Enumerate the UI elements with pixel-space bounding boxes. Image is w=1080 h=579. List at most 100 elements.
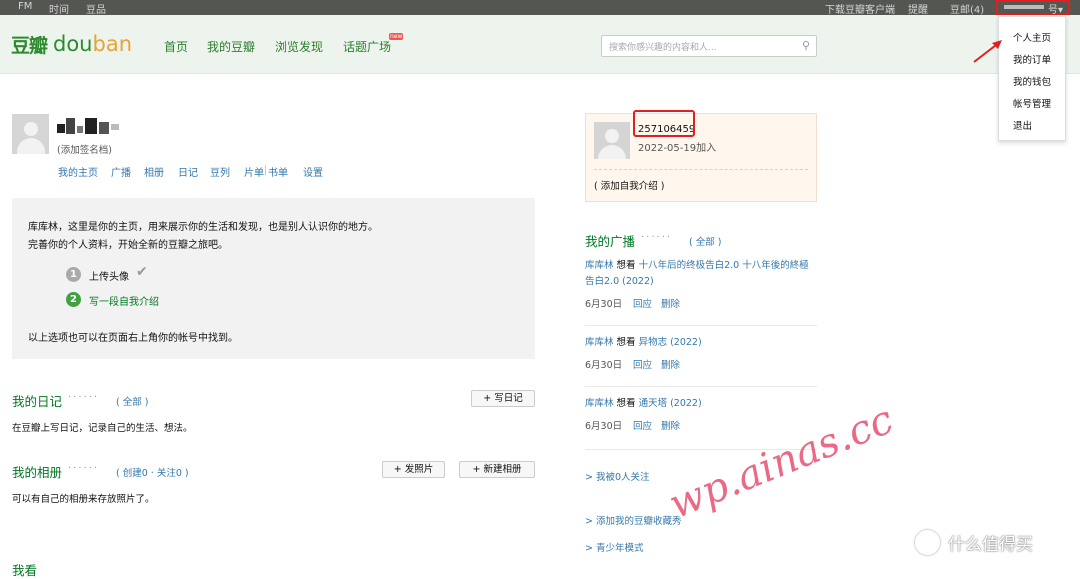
new-album-label: 新建相册 <box>483 464 522 475</box>
write-diary-button[interactable]: + 写日记 <box>471 390 535 407</box>
topbar-link-fm[interactable]: FM <box>18 1 32 12</box>
upload-photo-button[interactable]: + 发照片 <box>382 461 445 478</box>
nav-my-douban[interactable]: 我的豆瓣 <box>207 38 255 55</box>
step2-link[interactable]: 写一段自我介绍 <box>89 293 159 308</box>
broadcast-item: 库库林 想看 异物志 (2022) 6月30日 回应 删除 <box>585 335 817 371</box>
collection-show-link[interactable]: > 添加我的豆瓣收藏秀 <box>585 513 681 527</box>
diary-dots: ······ <box>68 392 100 403</box>
check-icon: ✔ <box>136 264 148 280</box>
account-dropdown: 个人主页 我的订单 我的钱包 帐号管理 退出 <box>998 16 1066 141</box>
nav-home[interactable]: 首页 <box>164 38 188 55</box>
plus-icon: + <box>472 464 484 475</box>
profile-link-settings[interactable]: 设置 <box>303 164 323 179</box>
followers-link[interactable]: > 我被0人关注 <box>585 469 650 483</box>
join-date: 2022-05-19加入 <box>638 143 717 154</box>
profile-link-album[interactable]: 相册 <box>144 164 164 179</box>
album-title: 我的相册 <box>12 465 63 480</box>
profile-link-broadcast[interactable]: 广播 <box>111 164 131 179</box>
step1-label: 上传头像 <box>89 272 129 283</box>
diary-all-link[interactable]: ( 全部 ) <box>116 394 148 408</box>
new-album-button[interactable]: + 新建相册 <box>459 461 535 478</box>
nav-explore[interactable]: 浏览发现 <box>275 38 323 55</box>
divider <box>594 169 808 170</box>
divider <box>585 386 817 387</box>
account-highlight-box <box>996 0 1070 16</box>
annotation-arrow-icon <box>973 40 1002 63</box>
album-dots: ······ <box>68 463 100 474</box>
plus-icon: + <box>483 393 495 404</box>
info-avatar[interactable] <box>594 122 630 159</box>
bc-title[interactable]: 通天塔 (2022) <box>639 398 702 409</box>
bc-reply[interactable]: 回应 <box>633 357 652 371</box>
intro-line1: 库库林，这里是你的主页，用来展示你的生活和发现，也是别人认识你的地方。 <box>28 222 378 233</box>
step1-circle: 1 <box>66 267 81 282</box>
broadcast-item: 库库林 想看 通天塔 (2022) 6月30日 回应 删除 <box>585 396 817 432</box>
write-diary-label: 写日记 <box>494 393 523 404</box>
topbar-link-time[interactable]: 时间 <box>49 1 69 16</box>
logo-en-part2: ban <box>92 32 133 56</box>
topbar-reminders[interactable]: 提醒 <box>908 1 928 16</box>
bc-reply[interactable]: 回应 <box>633 418 652 432</box>
topbar-download-client[interactable]: 下载豆瓣客户端 <box>825 1 895 16</box>
menu-item-account-settings[interactable]: 帐号管理 <box>1013 96 1051 110</box>
add-intro-link[interactable]: ( 添加自我介绍 ) <box>594 178 664 192</box>
broadcast-all-link[interactable]: ( 全部 ) <box>689 234 721 248</box>
menu-item-profile[interactable]: 个人主页 <box>1013 30 1051 44</box>
intro-line2: 完善你的个人资料，开始全新的豆瓣之旅吧。 <box>28 240 228 251</box>
profile-link-movie-list[interactable]: 片单 <box>244 164 264 179</box>
nav-topics[interactable]: 话题广场 <box>343 38 391 55</box>
search-icon[interactable]: ⚲ <box>802 39 810 52</box>
upload-photo-label: 发照片 <box>404 464 434 475</box>
watermark-text: wp.ainas.cc <box>662 396 900 528</box>
intro-footer: 以上选项也可以在页面右上角你的帐号中找到。 <box>28 333 238 344</box>
diary-title: 我的日记 <box>12 394 63 409</box>
profile-link-book-list[interactable]: 书单 <box>268 164 288 179</box>
bc-date: 6月30日 <box>585 299 623 310</box>
avatar[interactable] <box>12 114 49 154</box>
bc-reply[interactable]: 回应 <box>633 296 652 310</box>
profile-link-diary[interactable]: 日记 <box>178 164 198 179</box>
album-desc: 可以有自己的相册来存放照片了。 <box>12 494 155 505</box>
intro-box: 库库林，这里是你的主页，用来展示你的生活和发现，也是别人认识你的地方。 完善你的… <box>12 198 535 359</box>
source-mark: 什么值得买 <box>948 535 1033 555</box>
nav-bar: 豆瓣 douban 首页 我的豆瓣 浏览发现 话题广场 new 搜索你感兴趣的内… <box>0 15 1080 74</box>
teen-mode-link[interactable]: > 青少年模式 <box>585 540 643 554</box>
username-redacted <box>57 118 119 134</box>
bc-date: 6月30日 <box>585 360 623 371</box>
bc-user[interactable]: 库库林 <box>585 260 614 271</box>
watch-title: 我看 <box>12 563 38 578</box>
broadcast-title: 我的广播 <box>585 234 636 249</box>
user-info-box: 257106459 2022-05-19加入 ( 添加自我介绍 ) <box>585 113 817 202</box>
logo-en-part1: dou <box>53 32 93 56</box>
topbar-mail[interactable]: 豆邮(4) <box>950 1 984 16</box>
step2-circle: 2 <box>66 292 81 307</box>
topbar-link-products[interactable]: 豆品 <box>86 1 106 16</box>
bc-delete[interactable]: 删除 <box>661 357 680 371</box>
douban-logo-cn[interactable]: 豆瓣 <box>11 31 48 58</box>
bc-delete[interactable]: 删除 <box>661 296 680 310</box>
divider <box>585 325 817 326</box>
menu-item-wallet[interactable]: 我的钱包 <box>1013 74 1051 88</box>
bc-title[interactable]: 异物志 (2022) <box>639 337 702 348</box>
uid-highlight-box <box>633 110 695 137</box>
plus-icon: + <box>393 464 405 475</box>
broadcast-dots: ······ <box>641 232 673 243</box>
bc-user[interactable]: 库库林 <box>585 337 614 348</box>
bc-verb: 想看 <box>613 337 639 348</box>
bc-delete[interactable]: 删除 <box>661 418 680 432</box>
new-badge: new <box>389 33 404 40</box>
album-links[interactable]: ( 创建0 · 关注0 ) <box>116 465 189 479</box>
menu-item-orders[interactable]: 我的订单 <box>1013 52 1051 66</box>
bc-verb: 想看 <box>613 260 639 271</box>
bc-date: 6月30日 <box>585 421 623 432</box>
search-placeholder: 搜索你感兴趣的内容和人... <box>609 43 717 53</box>
bc-user[interactable]: 库库林 <box>585 398 614 409</box>
menu-item-logout[interactable]: 退出 <box>1013 118 1032 132</box>
search-input[interactable]: 搜索你感兴趣的内容和人... ⚲ <box>601 35 817 57</box>
profile-link-home[interactable]: 我的主页 <box>58 164 98 179</box>
douban-logo-en[interactable]: douban <box>53 32 132 56</box>
broadcast-item: 库库林 想看 十八年后的终极告白2.0 十八年後的終極告白2.0 (2022) … <box>585 258 817 310</box>
profile-link-doulist[interactable]: 豆列 <box>210 164 230 179</box>
smzdm-logo-icon: 值 <box>915 530 940 555</box>
signature-link[interactable]: (添加签名档) <box>57 142 112 156</box>
